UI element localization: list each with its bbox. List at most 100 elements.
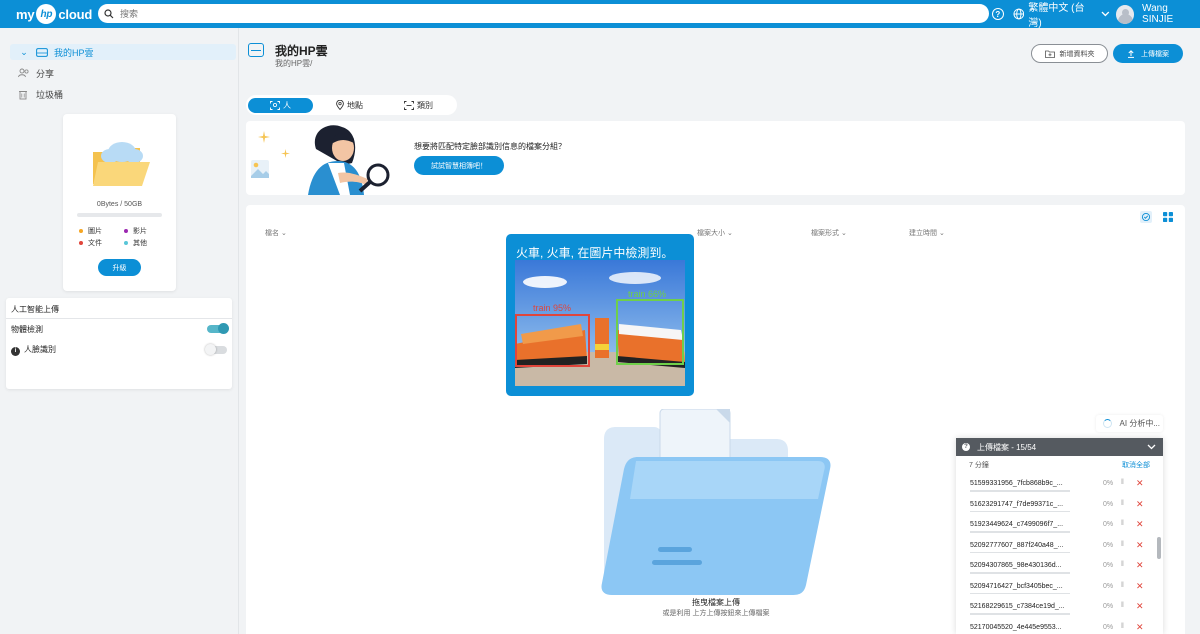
- pause-icon[interactable]: ǁ: [1121, 561, 1124, 568]
- column-header-created[interactable]: 建立時間 ⌄: [909, 228, 945, 238]
- upload-progress-bar: [970, 490, 1070, 492]
- upload-file-name: 52094307865_98e430136d...: [970, 562, 1062, 569]
- upload-row: 52092777607_887f240a48_... 0% ǁ ✕: [956, 537, 1163, 558]
- tab-categories[interactable]: 類別: [386, 98, 451, 113]
- pause-icon[interactable]: ǁ: [1121, 500, 1124, 507]
- banner-text: 想要將匹配特定臉部識別信息的檔案分組？: [414, 142, 566, 151]
- pause-icon[interactable]: ǁ: [1121, 602, 1124, 609]
- chevron-down-icon[interactable]: [1101, 11, 1110, 17]
- divider: [6, 318, 232, 319]
- pause-icon[interactable]: ǁ: [1121, 520, 1124, 527]
- upload-progress-text: 0%: [1103, 603, 1114, 610]
- help-icon[interactable]: ?: [992, 8, 1004, 20]
- face-recognition-toggle[interactable]: [205, 344, 227, 355]
- cancel-upload-icon[interactable]: ✕: [1136, 478, 1144, 489]
- upload-file-name: 52094716427_bcf3405bec_...: [970, 582, 1063, 590]
- upload-progress-bar: [970, 572, 1070, 574]
- chevron-down-icon[interactable]: [1147, 444, 1156, 450]
- upload-button[interactable]: 上傳檔案: [1113, 44, 1183, 63]
- face-recognition-label: 人臉識別: [24, 345, 56, 355]
- select-check-icon[interactable]: [1140, 211, 1152, 223]
- upload-progress-text: 0%: [1103, 541, 1114, 549]
- upload-file-name: 51599331956_7fcb868b9c_...: [970, 480, 1063, 487]
- column-header-size[interactable]: 檔案大小 ⌄: [697, 228, 733, 238]
- upload-progress-text: 0%: [1103, 521, 1114, 528]
- storage-usage-text: 0Bytes / 50GB: [96, 201, 143, 208]
- sidebar-item-label: 我的HP雲: [54, 47, 94, 58]
- cancel-all-button[interactable]: 取消全部: [1122, 460, 1150, 470]
- top-bar: my hp cloud ? 繁體中文 (台灣) Wang SINJIE: [0, 0, 1200, 29]
- remaining-time: 7 分鐘: [969, 461, 989, 469]
- dropzone-subtitle: 或是利用 上方上傳按鈕來上傳檔案: [662, 610, 770, 617]
- try-smart-album-button[interactable]: 試試智慧相簿吧！: [414, 156, 504, 175]
- upload-progress-bar: [970, 551, 1070, 553]
- user-name[interactable]: Wang SINJIE: [1142, 3, 1200, 25]
- column-label: 檔案大小: [697, 230, 725, 237]
- detection-label: train 66%: [628, 289, 666, 299]
- cancel-upload-icon[interactable]: ✕: [1136, 560, 1144, 571]
- tab-people[interactable]: 人: [248, 97, 313, 113]
- cloud-folder-icon: [93, 142, 150, 186]
- legend-dot: [124, 229, 128, 234]
- upload-list-scrollbar[interactable]: [1157, 537, 1161, 559]
- upload-row: 51923449624_c7499096f7_... 0% ǁ ✕: [956, 516, 1163, 537]
- legend-dot: [79, 241, 83, 246]
- object-detection-toggle[interactable]: [207, 323, 229, 334]
- breadcrumb[interactable]: 我的HP雲/: [275, 58, 312, 69]
- cancel-upload-icon[interactable]: ✕: [1136, 499, 1144, 510]
- avatar[interactable]: [1115, 4, 1135, 24]
- column-header-name[interactable]: 檔名 ⌄: [265, 228, 287, 238]
- cancel-upload-icon[interactable]: ✕: [1136, 622, 1144, 633]
- column-label: 建立時間: [909, 230, 937, 237]
- smart-album-tabs: 人 地點 類別: [246, 95, 457, 115]
- ai-detection-popup: 火車, 火車, 在圖片中檢測到。 train 95% train 66%: [506, 234, 694, 396]
- legend-item: 圖片: [79, 226, 124, 236]
- woman-magnifier-illustration: [308, 125, 390, 195]
- help-icon[interactable]: ?: [962, 443, 970, 451]
- pause-icon[interactable]: ǁ: [1121, 582, 1124, 589]
- legend-item: 其他: [124, 238, 169, 248]
- language-select[interactable]: 繁體中文 (台灣): [1028, 0, 1095, 29]
- info-icon[interactable]: i: [11, 346, 20, 356]
- empty-folder-illustration: [601, 409, 831, 595]
- upload-progress-bar: [970, 592, 1070, 594]
- cancel-upload-icon[interactable]: ✕: [1136, 601, 1144, 612]
- sidebar-item-share[interactable]: 分享: [10, 65, 236, 81]
- spinner-icon: [1102, 419, 1112, 428]
- cancel-upload-icon[interactable]: ✕: [1136, 519, 1144, 530]
- sidebar: ⌄ 我的HP雲 分享 垃圾桶 0Bytes / 50GB 圖片 影片 文件 其他…: [0, 28, 239, 634]
- search-input[interactable]: [120, 8, 960, 19]
- pause-icon[interactable]: ǁ: [1121, 479, 1124, 486]
- tab-places[interactable]: 地點: [317, 98, 382, 113]
- new-folder-button[interactable]: 新增資料夾: [1031, 44, 1108, 63]
- cancel-upload-icon[interactable]: ✕: [1136, 540, 1144, 551]
- upload-panel-header[interactable]: ? 上傳檔案 - 15/54: [956, 438, 1163, 456]
- pause-icon[interactable]: ǁ: [1121, 623, 1124, 630]
- upload-row: 52168229615_c7384ce19d_... 0% ǁ ✕: [956, 598, 1163, 619]
- trash-icon: [19, 90, 27, 99]
- search-bar[interactable]: [98, 4, 989, 23]
- chevron-down-icon[interactable]: ⌄: [18, 47, 30, 57]
- share-users-icon: [18, 68, 29, 78]
- upload-file-list: 51599331956_7fcb868b9c_... 0% ǁ ✕ 516232917…: [956, 475, 1163, 634]
- grid-view-icon[interactable]: [1163, 212, 1173, 222]
- upload-progress-bar: [970, 613, 1070, 615]
- logo[interactable]: my hp cloud: [16, 3, 92, 25]
- detected-train-photo: train 95% train 66%: [515, 260, 685, 386]
- pause-icon[interactable]: ǁ: [1121, 541, 1124, 548]
- upload-progress-text: 0%: [1103, 562, 1114, 569]
- search-icon: [104, 8, 114, 18]
- column-header-type[interactable]: 檔案形式 ⌄: [811, 228, 847, 238]
- upgrade-button[interactable]: 升級: [98, 259, 141, 276]
- globe-icon[interactable]: [1013, 8, 1025, 20]
- legend-item: 文件: [79, 238, 124, 248]
- ai-analyzing-status: AI 分析中...: [1096, 415, 1163, 432]
- photo-icon: [251, 160, 269, 178]
- cancel-upload-icon[interactable]: ✕: [1136, 581, 1144, 592]
- sidebar-item-my-cloud[interactable]: ⌄ 我的HP雲: [10, 44, 236, 60]
- face-recognition-row: i 人臉識別: [11, 343, 227, 357]
- legend-dot: [124, 241, 128, 246]
- column-label: 檔名: [265, 230, 279, 237]
- sidebar-item-trash[interactable]: 垃圾桶: [10, 86, 236, 102]
- upload-file-name: 52092777607_887f240a48_...: [970, 541, 1064, 549]
